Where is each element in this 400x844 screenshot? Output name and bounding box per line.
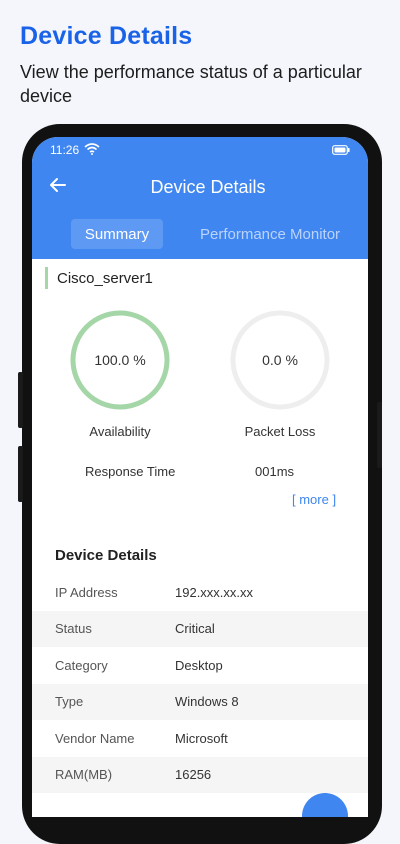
floating-action-button[interactable]	[302, 793, 348, 817]
details-section-title: Device Details	[55, 547, 157, 564]
device-name-accent	[45, 267, 48, 289]
row-value: Windows 8	[175, 694, 239, 710]
wifi-icon	[84, 143, 100, 155]
battery-icon	[332, 145, 350, 155]
app-bar: 11:26 Device Details Summary Performance…	[32, 137, 368, 259]
device-name: Cisco_server1	[57, 270, 153, 287]
row-key: RAM(MB)	[55, 767, 113, 783]
tab-performance-monitor[interactable]: Performance Monitor	[200, 226, 340, 243]
row-key: Type	[55, 694, 84, 710]
response-time-value: 001ms	[255, 464, 295, 479]
table-row: Type Windows 8	[32, 683, 368, 720]
packet-loss-label: Packet Loss	[244, 424, 316, 439]
packet-loss-gauge: 0.0 %	[229, 309, 331, 411]
phone-side-button	[18, 446, 23, 502]
row-value: 192.xxx.xx.xx	[175, 584, 254, 600]
promo-title: Device Details	[20, 22, 193, 50]
phone-side-button	[18, 372, 23, 428]
details-table: IP Address 192.xxx.xx.xx Status Critical…	[32, 574, 368, 793]
more-link[interactable]: [ more ]	[292, 492, 336, 507]
table-row: IP Address 192.xxx.xx.xx	[32, 574, 368, 611]
status-time: 11:26	[50, 143, 80, 157]
row-key: IP Address	[55, 584, 118, 600]
availability-value: 100.0 %	[94, 352, 146, 368]
table-row: Vendor Name Microsoft	[32, 720, 368, 757]
promo-subtitle: View the performance status of a particu…	[20, 62, 362, 106]
tab-summary[interactable]: Summary	[71, 219, 163, 249]
row-key: Category	[55, 657, 108, 673]
table-row: Status Critical	[32, 610, 368, 647]
availability-label: Availability	[89, 424, 151, 439]
phone-power-button	[377, 402, 382, 468]
row-key: Status	[55, 621, 92, 637]
availability-gauge: 100.0 %	[69, 309, 171, 411]
app-bar-title: Device Details	[150, 177, 266, 197]
packet-loss-value: 0.0 %	[262, 352, 298, 368]
row-value: Microsoft	[175, 730, 228, 746]
row-value: 16256	[175, 767, 212, 783]
row-value: Critical	[175, 621, 215, 637]
table-row: RAM(MB) 16256	[32, 756, 368, 793]
phone-screen: 11:26 Device Details Summary Performance…	[32, 137, 368, 817]
response-time-label: Response Time	[85, 464, 176, 479]
row-key: Vendor Name	[55, 730, 135, 746]
row-value: Desktop	[175, 657, 223, 673]
table-row: Category Desktop	[32, 647, 368, 684]
